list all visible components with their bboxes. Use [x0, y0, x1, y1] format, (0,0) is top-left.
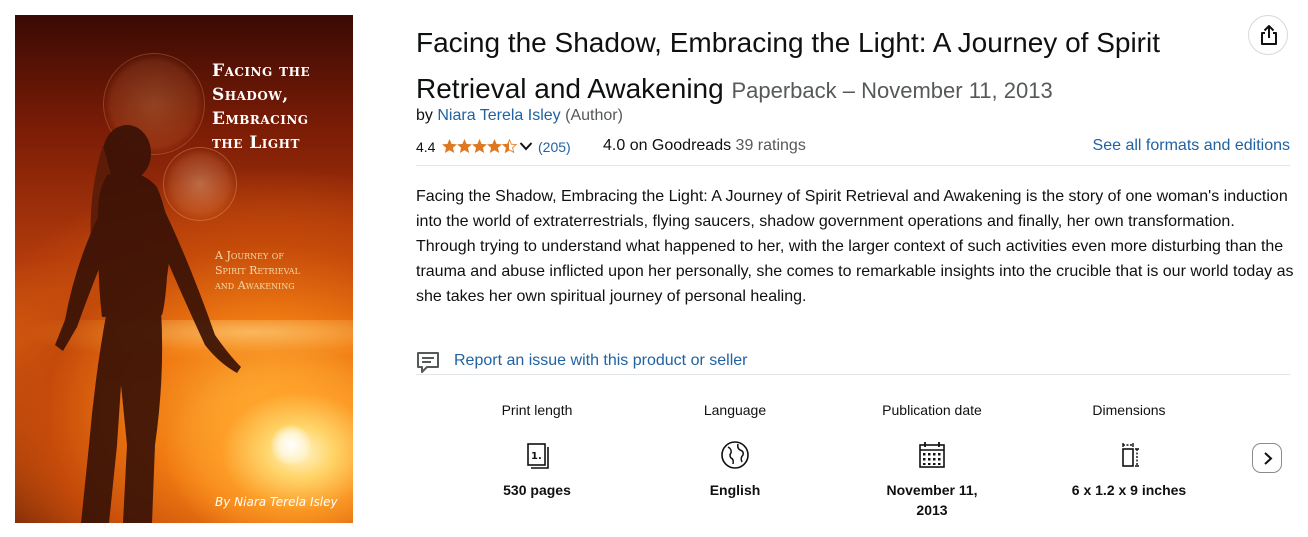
ratings-row: 4.4 (205) 4.0 on Goodreads 39 ratings Se…: [416, 136, 1290, 158]
globe-icon: [721, 441, 749, 469]
see-all-formats-link[interactable]: See all formats and editions: [1093, 137, 1290, 155]
product-title: Facing the Shadow, Embracing the Light: …: [416, 20, 1246, 114]
spec-value: November 11, 2013: [886, 482, 978, 518]
divider: [416, 165, 1290, 166]
ratings-count-link[interactable]: (205): [538, 139, 571, 155]
specs-next-button[interactable]: [1252, 443, 1282, 473]
rating-value: 4.4: [416, 139, 436, 155]
chevron-down-icon[interactable]: [519, 140, 533, 152]
cover-author: By Niara Terela Isley: [215, 495, 338, 509]
feedback-icon: [417, 352, 439, 373]
spec-label: Dimensions: [1092, 402, 1166, 418]
cover-subtitle: A Journey of Spirit Retrieval and Awaken…: [215, 249, 300, 292]
goodreads-count: 39 ratings: [735, 137, 806, 154]
spec-value: 6 x 1.2 x 9 inches: [1071, 482, 1187, 498]
spec-value: 530 pages: [503, 482, 571, 498]
chevron-right-icon: [1264, 452, 1273, 465]
star-full-icon: [457, 139, 472, 153]
cover-title: Facing the Shadow, Embracing the Light: [212, 61, 311, 153]
spec-label: Language: [703, 402, 767, 418]
star-half-icon: [502, 139, 517, 153]
report-issue-text: Report an issue with this product or sel…: [454, 352, 748, 369]
goodreads-score: 4.0 on Goodreads: [603, 137, 732, 154]
by-prefix: by: [416, 107, 433, 124]
star-full-icon: [487, 139, 502, 153]
star-full-icon: [472, 139, 487, 153]
spec-value: English: [709, 482, 761, 498]
byline: by Niara Terela Isley (Author): [416, 107, 623, 125]
star-rating-icon[interactable]: [442, 139, 518, 154]
author-link[interactable]: Niara Terela Isley: [437, 107, 560, 124]
spec-label: Print length: [501, 402, 573, 418]
dimensions-icon: [1122, 443, 1139, 467]
spec-print-length: Print length 1. 530 pages: [437, 402, 637, 500]
product-format-date: Paperback – November 11, 2013: [731, 78, 1053, 103]
author-role: (Author): [565, 107, 623, 124]
share-button[interactable]: [1248, 15, 1288, 55]
spec-dimensions: Dimensions 6 x 1.2 x 9 inches: [1029, 402, 1229, 500]
product-description: Facing the Shadow, Embracing the Light: …: [416, 188, 1294, 305]
goodreads-rating: 4.0 on Goodreads 39 ratings: [603, 137, 806, 155]
spec-label: Publication date: [882, 402, 982, 418]
svg-text:1.: 1.: [531, 451, 542, 462]
spec-language: Language English: [635, 402, 835, 500]
book-pages-icon: 1.: [527, 443, 549, 469]
spec-publication-date: Publication date November 11, 2013: [832, 402, 1032, 520]
star-full-icon: [442, 139, 457, 153]
calendar-icon: [919, 442, 945, 468]
divider: [416, 374, 1290, 375]
book-cover-image[interactable]: Facing the Shadow, Embracing the Light A…: [15, 15, 353, 523]
share-icon: [1261, 25, 1277, 45]
